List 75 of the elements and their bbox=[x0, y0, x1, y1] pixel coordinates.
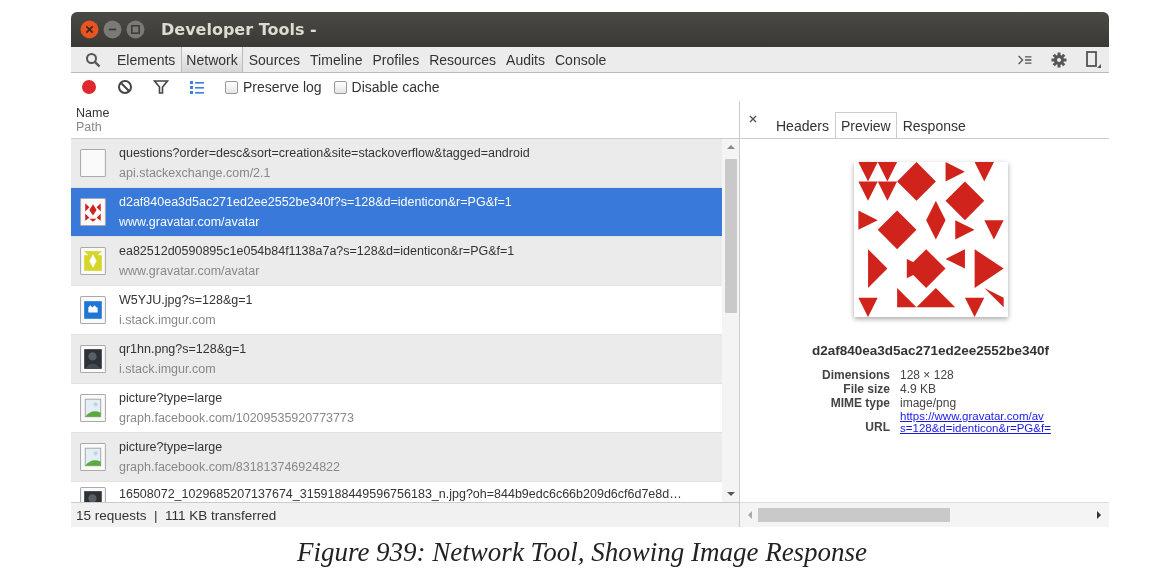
panel-tab[interactable]: Console bbox=[551, 47, 611, 72]
image-filename: d2af840ea3d5ac271ed2ee2552be340f bbox=[811, 343, 1050, 358]
request-name: picture?type=large bbox=[119, 391, 224, 405]
request-path: i.stack.imgur.com bbox=[119, 313, 217, 327]
blank-thumbnail-icon bbox=[80, 148, 107, 178]
detail-tab[interactable]: Preview bbox=[834, 112, 897, 138]
device-icon[interactable] bbox=[1085, 50, 1101, 69]
filter-icon[interactable] bbox=[153, 79, 169, 95]
figure-caption: Figure 939: Network Tool, Showing Image Response bbox=[295, 537, 869, 568]
panel-tab[interactable]: Network bbox=[181, 47, 243, 72]
vertical-scrollbar[interactable] bbox=[722, 139, 739, 502]
checkbox[interactable] bbox=[333, 80, 347, 94]
property-label: URL bbox=[864, 420, 890, 434]
scroll-left-icon[interactable] bbox=[746, 510, 754, 520]
property-label: File size bbox=[842, 382, 890, 396]
request-path: api.stackexchange.com/2.1 bbox=[119, 166, 272, 180]
image-url-link[interactable]: https://www.gravatar.com/av s=128&d=identicon&r=PG&f= bbox=[900, 410, 1051, 434]
broken-image-icon bbox=[80, 442, 107, 472]
property-label: Dimensions bbox=[822, 368, 890, 382]
request-row[interactable]: qr1hn.png?s=128&g=1 i.stack.imgur.com bbox=[71, 335, 722, 384]
request-name: 16508072_1029685207137674_3159188449596756183_n.jpg?oh=844b9edc6c66b209d6cf6d7e8d… bbox=[119, 487, 682, 501]
maximize-icon[interactable] bbox=[126, 20, 145, 39]
minimize-icon[interactable] bbox=[103, 20, 122, 39]
panel-tab[interactable]: Profiles bbox=[368, 47, 424, 72]
logo-thumbnail-icon bbox=[80, 295, 107, 325]
scroll-right-icon[interactable] bbox=[1095, 510, 1103, 520]
scrollbar-thumb[interactable] bbox=[758, 508, 950, 522]
checkbox-label: Preserve log bbox=[243, 79, 322, 95]
panel-tab[interactable]: Audits bbox=[502, 47, 549, 72]
checkbox-label: Disable cache bbox=[351, 79, 440, 95]
request-row[interactable]: ea82512d0590895c1e054b84f1138a7a?s=128&d=identicon&r=PG&f=1 www.gravatar.com/avatar bbox=[71, 237, 722, 286]
request-name: picture?type=large bbox=[119, 440, 224, 454]
close-icon[interactable] bbox=[748, 114, 758, 124]
panel-tab[interactable]: Elements bbox=[113, 47, 180, 72]
close-icon[interactable] bbox=[80, 20, 99, 39]
detail-tab[interactable]: Headers bbox=[770, 112, 835, 138]
scroll-up-icon[interactable] bbox=[725, 143, 736, 151]
scroll-down-icon[interactable] bbox=[725, 490, 736, 498]
column-subheader: Path bbox=[76, 119, 103, 134]
identicon-thumbnail-icon bbox=[80, 197, 107, 227]
window-title: Developer Tools - bbox=[161, 20, 317, 39]
request-path: www.gravatar.com/avatar bbox=[119, 264, 261, 278]
request-name: d2af840ea3d5ac271ed2ee2552be340f?s=128&d=identicon&r=PG&f=1 bbox=[119, 195, 512, 209]
search-icon[interactable] bbox=[85, 51, 101, 68]
request-name: questions?order=desc&sort=creation&site=stackoverflow&tagged=android bbox=[119, 146, 530, 160]
request-name: ea82512d0590895c1e054b84f1138a7a?s=128&d=identicon&r=PG&f=1 bbox=[119, 244, 515, 258]
request-path: graph.facebook.com/831813746924822 bbox=[119, 460, 340, 474]
checkbox[interactable] bbox=[225, 80, 238, 94]
request-row[interactable]: picture?type=large graph.facebook.com/831813746924822 bbox=[71, 433, 722, 482]
request-name: qr1hn.png?s=128&g=1 bbox=[119, 342, 247, 356]
panel-tab[interactable]: Timeline bbox=[306, 47, 367, 72]
record-icon[interactable] bbox=[81, 79, 97, 95]
property-value: 4.9 KB bbox=[900, 382, 938, 396]
identicon-thumbnail-icon bbox=[80, 246, 107, 276]
settings-icon[interactable] bbox=[1051, 51, 1067, 68]
panel-tab[interactable]: Resources bbox=[425, 47, 501, 72]
property-label: MIME type bbox=[829, 396, 890, 410]
request-path: i.stack.imgur.com bbox=[119, 362, 217, 376]
request-name: W5YJU.jpg?s=128&g=1 bbox=[119, 293, 253, 307]
list-view-icon[interactable] bbox=[189, 79, 205, 95]
request-row[interactable]: questions?order=desc&sort=creation&site=stackoverflow&tagged=android api.stackexchange.com/2.1 bbox=[71, 139, 722, 188]
scrollbar-thumb[interactable] bbox=[724, 159, 737, 313]
clear-icon[interactable] bbox=[117, 79, 133, 95]
property-value: image/png bbox=[900, 396, 958, 410]
photo-thumbnail-icon bbox=[80, 344, 107, 374]
column-header[interactable]: Name bbox=[76, 105, 739, 120]
request-path: www.gravatar.com/avatar bbox=[119, 215, 261, 229]
request-path: graph.facebook.com/10209535920773773 bbox=[119, 411, 354, 425]
property-value: 128 × 128 bbox=[900, 368, 955, 382]
detail-tab[interactable]: Response bbox=[896, 112, 972, 138]
status-bar: 15 requests | 111 KB transferred bbox=[71, 502, 739, 527]
horizontal-scrollbar[interactable] bbox=[740, 502, 1109, 527]
request-row[interactable]: d2af840ea3d5ac271ed2ee2552be340f?s=128&d=identicon&r=PG&f=1 www.gravatar.com/avatar bbox=[71, 188, 722, 237]
panel-tab[interactable]: Sources bbox=[244, 47, 305, 72]
broken-image-icon bbox=[80, 393, 107, 423]
